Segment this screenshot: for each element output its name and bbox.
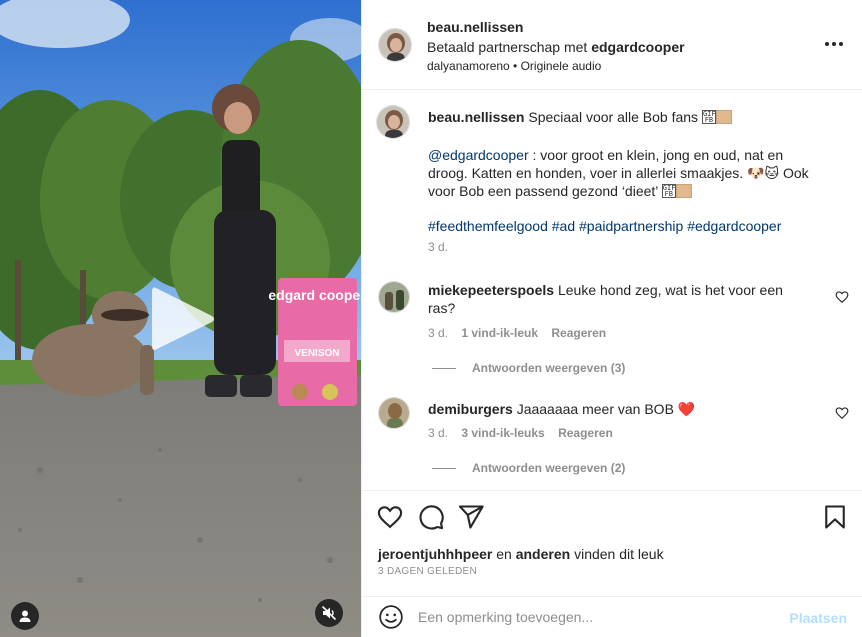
comment-1-text: Leuke hond zeg, wat is het voor een <box>557 282 783 298</box>
caption-body3: voor Bob een passend gezond ‘dieet’ <box>428 183 658 199</box>
comment-2-view-replies[interactable]: Antwoorden weergeven (2) <box>472 461 625 475</box>
post-side-panel: beau.nellissen Betaald partnerschap met … <box>361 0 862 637</box>
comment-1-view-replies[interactable]: Antwoorden weergeven (3) <box>472 361 625 375</box>
caption-mention[interactable]: @edgardcooper <box>428 147 529 163</box>
caption-hashtags[interactable]: #feedthemfeelgood #ad #paidpartnership #… <box>428 217 828 235</box>
bag-flavor-text: VENISON <box>294 348 339 359</box>
comment-like-heart-icon[interactable] <box>835 406 849 420</box>
paper-plane-icon[interactable] <box>457 503 485 531</box>
heart-icon[interactable] <box>376 503 404 531</box>
caption-body2: droog. Katten en honden, voer in allerle… <box>428 165 809 181</box>
comment-2: demiburgers Jaaaaaaa meer van BOB ❤️ <box>428 400 828 418</box>
bag-brand-text: edgard cooper <box>268 287 361 303</box>
comment-2-reply-button[interactable]: Reageren <box>558 426 613 440</box>
likes-summary: jeroentjuhhhpeer en anderen vinden dit l… <box>378 546 664 562</box>
speaker-muted-icon[interactable] <box>315 599 343 627</box>
comment-like-heart-icon[interactable] <box>835 290 849 304</box>
caption-body: @edgardcooper : voor groot en klein, jon… <box>428 146 828 200</box>
comment-input[interactable] <box>418 604 778 630</box>
likes-others[interactable]: anderen <box>516 546 570 562</box>
audio-attribution[interactable]: dalyanamoreno • Originele audio <box>427 59 601 73</box>
comment-2-meta: 3 d. 3 vind-ik-leuks Reageren <box>428 426 623 440</box>
comment-1-meta: 3 d. 1 vind-ik-leuk Reageren <box>428 326 616 340</box>
bookmark-icon[interactable] <box>821 503 849 531</box>
comment-1-likes[interactable]: 1 vind-ik-leuk <box>461 326 538 340</box>
gif-emoji-icon-2: GIF FB <box>661 184 676 198</box>
comments-list[interactable]: beau.nellissen Speciaal voor alle Bob fa… <box>362 91 862 489</box>
more-dots-icon[interactable] <box>823 36 845 52</box>
paid-partnership-label: Betaald partnerschap met edgardcooper <box>427 39 685 55</box>
caption-text: Speciaal voor alle Bob fans <box>528 109 699 125</box>
comment-2-text: Jaaaaaaa meer van BOB ❤️ <box>516 401 696 417</box>
gif-emoji-icon: GIF FB <box>701 110 716 124</box>
comment-2-time[interactable]: 3 d. <box>428 426 448 440</box>
partner-link[interactable]: edgardcooper <box>591 39 684 55</box>
comment-1: miekepeeterspoels Leuke hond zeg, wat is… <box>428 281 828 317</box>
reply-divider <box>432 468 456 469</box>
comment-1-reply-button[interactable]: Reageren <box>551 326 606 340</box>
post-comment-button[interactable]: Plaatsen <box>789 610 847 626</box>
caption-time[interactable]: 3 d. <box>428 240 448 254</box>
comment-1-text-2: ras? <box>428 300 456 316</box>
caption-avatar[interactable] <box>376 105 410 139</box>
caption-username[interactable]: beau.nellissen <box>428 109 524 125</box>
comment-1-time[interactable]: 3 d. <box>428 326 448 340</box>
comment-1-username[interactable]: miekepeeterspoels <box>428 282 554 298</box>
author-username[interactable]: beau.nellissen <box>427 19 523 35</box>
video-player[interactable]: edgard cooper VENISON <box>0 0 361 637</box>
caption-line1: beau.nellissen Speciaal voor alle Bob fa… <box>428 108 828 126</box>
smiley-icon[interactable] <box>378 604 404 630</box>
post-header: beau.nellissen Betaald partnerschap met … <box>362 0 862 90</box>
reply-divider <box>432 368 456 369</box>
likes-user[interactable]: jeroentjuhhhpeer <box>378 546 492 562</box>
partnership-prefix: Betaald partnerschap met <box>427 39 592 55</box>
skin-tone-emoji-icon <box>715 110 732 124</box>
commenter-avatar[interactable] <box>378 281 410 313</box>
skin-tone-emoji-icon-2 <box>675 184 692 198</box>
commenter-avatar[interactable] <box>378 397 410 429</box>
post-actions: jeroentjuhhhpeer en anderen vinden dit l… <box>362 490 862 596</box>
comment-2-username[interactable]: demiburgers <box>428 401 513 417</box>
add-comment-bar: Plaatsen <box>362 596 862 637</box>
comment-2-likes[interactable]: 3 vind-ik-leuks <box>461 426 544 440</box>
likes-and: en <box>492 546 516 562</box>
comment-icon[interactable] <box>417 503 445 531</box>
caption-body1: : voor groot en klein, jong en oud, nat … <box>528 147 784 163</box>
user-tag-icon[interactable] <box>11 602 39 630</box>
likes-suffix: vinden dit leuk <box>570 546 664 562</box>
post-dialog: edgard cooper VENISON beau.nellissen Bet… <box>0 0 862 637</box>
play-icon[interactable] <box>150 284 216 354</box>
author-avatar[interactable] <box>378 28 412 62</box>
post-date[interactable]: 3 DAGEN GELEDEN <box>378 566 477 577</box>
